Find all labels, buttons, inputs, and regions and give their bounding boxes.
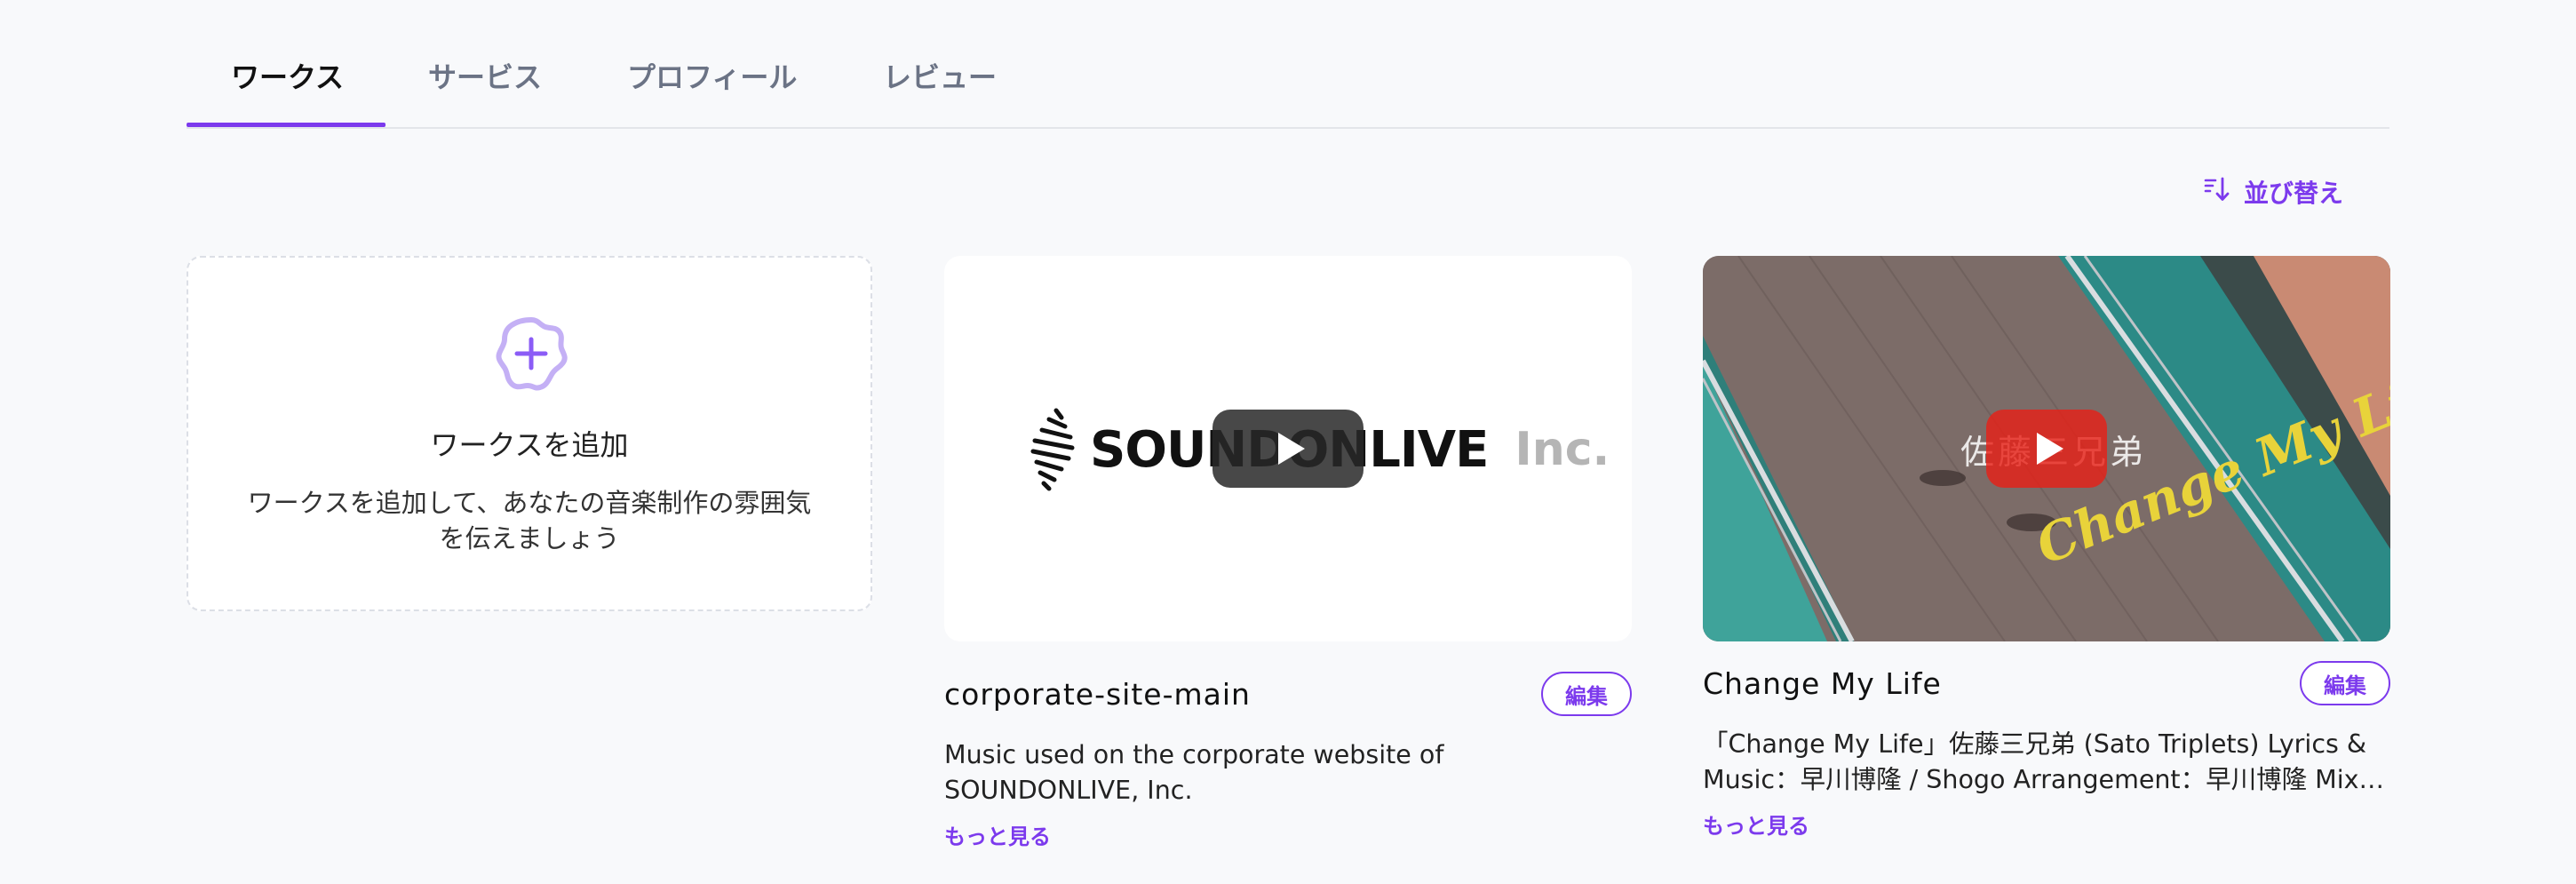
work-title: Change My Life xyxy=(1703,666,1942,701)
tab-services[interactable]: サービス xyxy=(428,55,542,94)
read-more-link[interactable]: もっと見る xyxy=(1703,808,1809,840)
profile-tabs: ワークス サービス プロフィール レビュー xyxy=(187,0,2389,129)
read-more-link[interactable]: もっと見る xyxy=(944,819,1051,850)
add-work-title: ワークスを追加 xyxy=(430,428,629,462)
play-button[interactable] xyxy=(1212,410,1364,488)
work-card: 佐藤三兄弟 Change My Life Change My Life 編集 「… xyxy=(1703,256,2390,839)
add-circle-icon xyxy=(494,316,568,391)
work-title: corporate-site-main xyxy=(944,677,1251,712)
work-thumbnail[interactable]: 佐藤三兄弟 Change My Life xyxy=(1703,256,2390,641)
sort-icon xyxy=(2203,175,2231,210)
tab-reviews[interactable]: レビュー xyxy=(883,55,997,94)
work-card: SOUNDONLIVE Inc. corporate-site-main 編集 … xyxy=(944,256,1632,849)
edit-button[interactable]: 編集 xyxy=(2300,661,2390,705)
work-title-row: corporate-site-main 編集 xyxy=(944,672,1632,721)
tab-profile[interactable]: プロフィール xyxy=(627,55,797,94)
soundonlive-mark-icon xyxy=(1030,408,1075,491)
active-tab-indicator xyxy=(187,123,386,127)
add-work-description: ワークスを追加して、あなたの音楽制作の雰囲気を伝えましょう xyxy=(247,488,812,553)
add-work-card[interactable]: ワークスを追加 ワークスを追加して、あなたの音楽制作の雰囲気を伝えましょう xyxy=(187,256,872,611)
youtube-play-button[interactable] xyxy=(1986,410,2107,488)
edit-button[interactable]: 編集 xyxy=(1541,672,1632,716)
sort-label: 並び替え xyxy=(2244,179,2344,208)
work-title-row: Change My Life 編集 xyxy=(1703,661,2390,711)
work-description: Music used on the corporate website of S… xyxy=(944,740,1444,805)
sort-button[interactable]: 並び替え xyxy=(2203,174,2343,210)
logo-suffix: Inc. xyxy=(1515,423,1610,476)
work-description: 「Change My Life」佐藤三兄弟 (Sato Triplets) Ly… xyxy=(1703,729,2387,794)
work-thumbnail[interactable]: SOUNDONLIVE Inc. xyxy=(944,256,1632,641)
works-page: ワークス サービス プロフィール レビュー 並び替え ワークスを追加 ワークスを… xyxy=(0,0,2576,884)
tab-works[interactable]: ワークス xyxy=(231,55,344,94)
